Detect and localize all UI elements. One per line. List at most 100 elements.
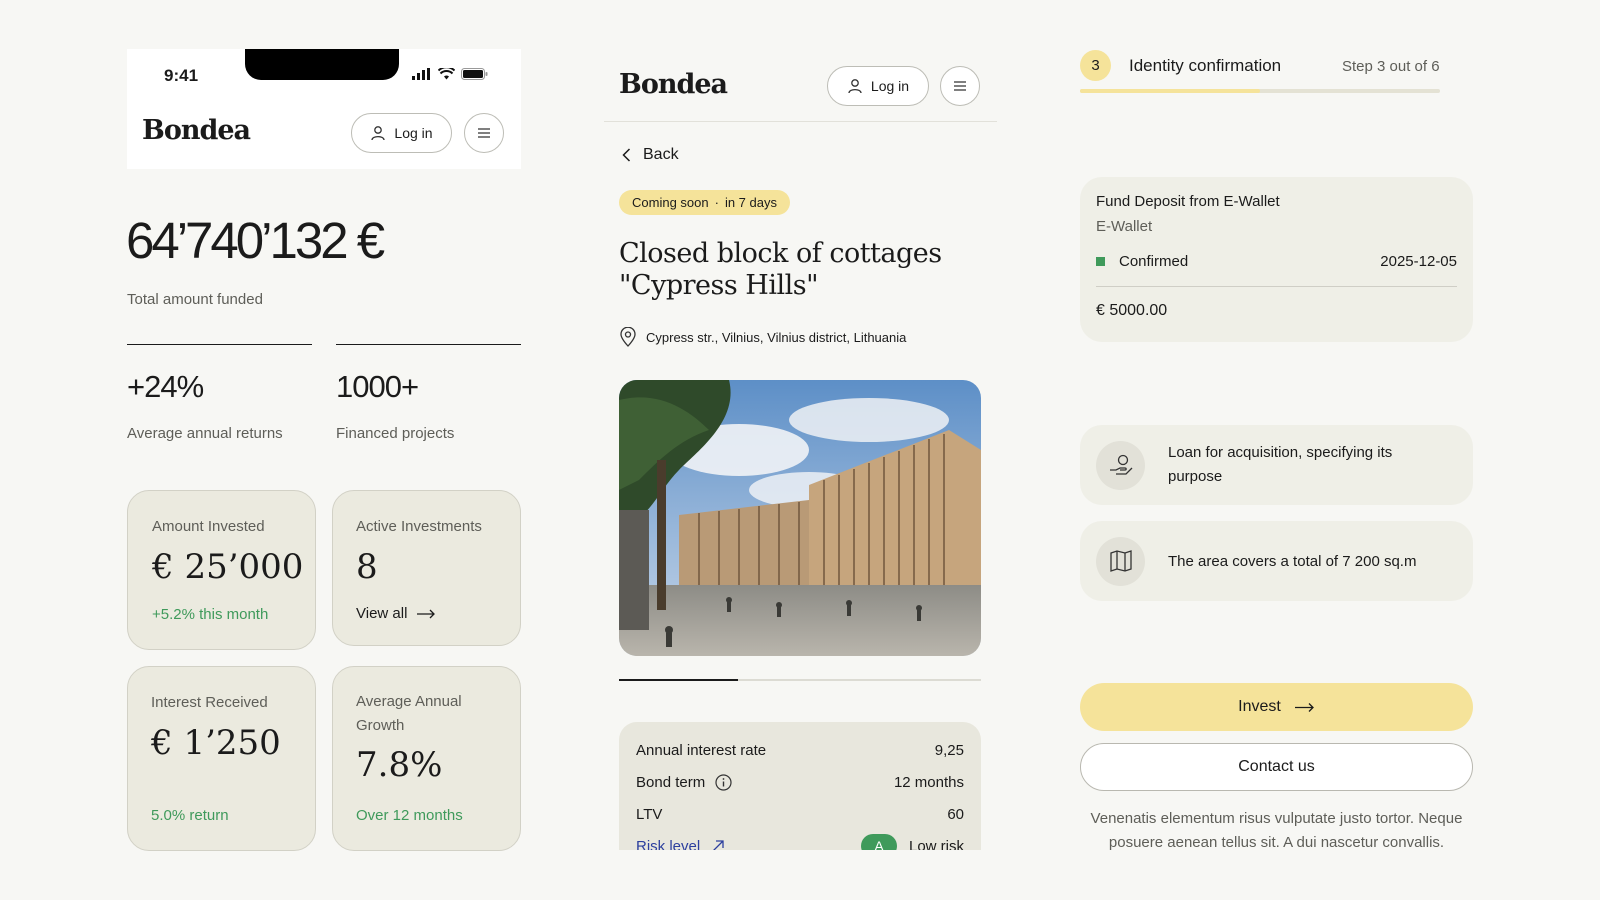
- carousel-progress: [619, 679, 739, 681]
- badge-status: Coming soon: [632, 195, 709, 210]
- active-investments-card[interactable]: Active Investments 8 View all: [332, 490, 521, 646]
- location-pin-icon: [620, 327, 636, 347]
- projects-label: Financed projects: [336, 425, 455, 442]
- disclaimer-text: Venenatis elementum risus vulputate just…: [1090, 810, 1463, 851]
- card-value: 8: [356, 547, 378, 587]
- contact-label: Contact us: [1238, 758, 1315, 775]
- user-icon: [848, 79, 862, 94]
- feature-text: Loan for acquisition, specifying its pur…: [1168, 444, 1393, 485]
- deposit-title: Fund Deposit from E-Wallet: [1096, 193, 1280, 210]
- hand-coin-icon: [1096, 440, 1145, 490]
- wifi-icon: [438, 68, 455, 80]
- interest-value: 9,25: [934, 742, 964, 759]
- card-value: € 25’000: [152, 547, 304, 587]
- arrow-up-right-icon: [713, 840, 724, 850]
- card-value: 7.8%: [356, 745, 443, 785]
- risk-level-link[interactable]: Risk level: [636, 837, 724, 851]
- login-label: Log in: [870, 78, 910, 94]
- average-growth-card[interactable]: Average Annual Growth 7.8% Over 12 month…: [332, 666, 521, 851]
- login-button[interactable]: Log in: [351, 113, 452, 153]
- total-label: Total amount funded: [127, 291, 263, 308]
- feature-item: The area covers a total of 7 200 sq.m: [1080, 521, 1473, 601]
- card-label: Amount Invested: [152, 518, 265, 535]
- divider: [127, 344, 312, 345]
- step-progress-fill: [1080, 89, 1260, 93]
- status-time: 9:41: [164, 66, 199, 85]
- risk-value: Low risk: [908, 837, 964, 851]
- interest-received-card[interactable]: Interest Received € 1’250 5.0% return: [127, 666, 316, 851]
- card-value: € 1’250: [151, 723, 281, 763]
- card-label: Average Annual Growth: [356, 693, 462, 734]
- step-title: Identity confirmation: [1129, 56, 1282, 75]
- deposit-status: Confirmed: [1096, 253, 1188, 270]
- project-photo[interactable]: [619, 380, 981, 656]
- project-title: Closed block of cottages "Cypress Hills": [619, 238, 942, 301]
- card-label: Interest Received: [151, 694, 268, 711]
- risk-label: Risk level: [636, 837, 701, 851]
- card-note: Over 12 months: [356, 807, 463, 824]
- step-count: Step 3 out of 6: [1342, 58, 1440, 75]
- contact-button[interactable]: Contact us: [1080, 743, 1473, 791]
- stat-row-ltv: LTV 60: [636, 806, 964, 823]
- card-note: +5.2% this month: [152, 606, 269, 623]
- user-icon: [371, 126, 386, 141]
- signal-icon: [412, 68, 430, 80]
- address-text: Cypress str., Vilnius, Vilnius district,…: [646, 329, 907, 345]
- status-icons: [412, 68, 488, 80]
- menu-icon: [954, 81, 966, 91]
- brand-logo[interactable]: Bondea: [619, 69, 728, 100]
- ltv-value: 60: [947, 806, 964, 823]
- returns-value: +24%: [127, 369, 204, 404]
- battery-icon: [461, 68, 488, 80]
- card-note: 5.0% return: [151, 807, 229, 824]
- header-divider: [604, 121, 997, 122]
- login-button[interactable]: Log in: [827, 66, 929, 106]
- view-all-link[interactable]: View all: [356, 605, 436, 622]
- badge-separator: ·: [714, 195, 719, 210]
- risk-value-wrap: A Low risk: [860, 834, 964, 851]
- feature-item: Loan for acquisition, specifying its pur…: [1080, 425, 1473, 505]
- risk-grade-badge: A: [860, 834, 897, 850]
- status-dot: [1096, 257, 1105, 266]
- step-number: 3: [1080, 50, 1111, 81]
- deposit-amount: € 5000.00: [1096, 302, 1168, 319]
- project-stats: Annual interest rate 9,25 Bond term 12 m…: [619, 722, 981, 850]
- chevron-left-icon: [622, 148, 631, 162]
- invest-button[interactable]: Invest: [1080, 683, 1473, 731]
- map-icon: [1096, 536, 1145, 586]
- divider: [1096, 286, 1457, 287]
- login-label: Log in: [394, 125, 433, 141]
- term-value: 12 months: [893, 774, 964, 791]
- info-icon[interactable]: [715, 774, 732, 791]
- menu-icon: [478, 128, 490, 138]
- returns-label: Average annual returns: [127, 425, 283, 442]
- term-label: Bond term: [636, 774, 706, 791]
- project-address: Cypress str., Vilnius, Vilnius district,…: [619, 327, 906, 347]
- status-badge: Coming soon · in 7 days: [619, 190, 790, 215]
- divider: [336, 344, 521, 345]
- deposit-source: E-Wallet: [1096, 218, 1153, 235]
- menu-button[interactable]: [940, 66, 980, 106]
- arrow-right-icon: [417, 609, 436, 618]
- stat-row-term: Bond term 12 months: [636, 774, 964, 791]
- brand-logo[interactable]: Bondea: [142, 115, 251, 146]
- back-button[interactable]: Back: [622, 146, 679, 164]
- stat-row-risk: Risk level A Low risk: [636, 834, 964, 850]
- arrow-right-icon: [1294, 702, 1314, 712]
- deposit-card: Fund Deposit from E-Wallet E-Wallet Conf…: [1080, 177, 1473, 342]
- interest-label: Annual interest rate: [636, 742, 767, 759]
- phone-notch: [245, 49, 399, 80]
- badge-time: in 7 days: [724, 195, 777, 210]
- invest-label: Invest: [1238, 698, 1281, 715]
- amount-invested-card[interactable]: Amount Invested € 25’000 +5.2% this mont…: [127, 490, 316, 650]
- projects-value: 1000+: [336, 369, 419, 404]
- view-all-label: View all: [356, 605, 408, 622]
- step-progress-track: [1080, 89, 1440, 93]
- stat-row-interest: Annual interest rate 9,25: [636, 742, 964, 759]
- menu-button[interactable]: [464, 113, 504, 153]
- card-label: Active Investments: [356, 518, 482, 535]
- ltv-label: LTV: [636, 806, 663, 823]
- feature-text: The area covers a total of 7 200 sq.m: [1168, 552, 1417, 570]
- carousel-track: [619, 679, 981, 681]
- term-label-wrap: Bond term: [636, 774, 732, 791]
